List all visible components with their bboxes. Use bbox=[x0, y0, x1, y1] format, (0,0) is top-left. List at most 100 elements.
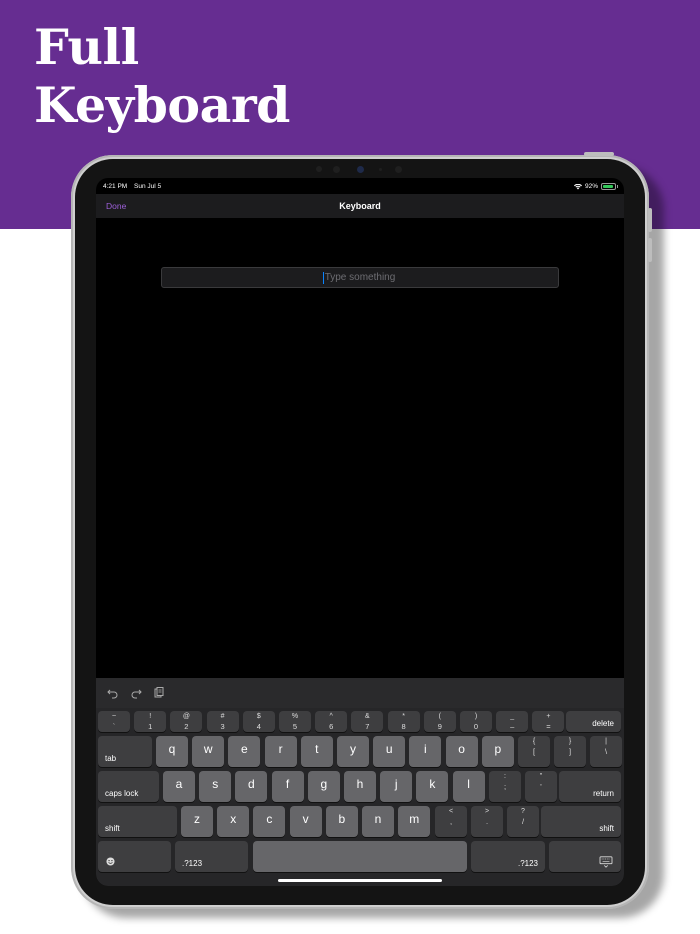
delete-key[interactable]: delete bbox=[566, 711, 621, 732]
number-key-bot-label: 1 bbox=[148, 722, 153, 731]
punctuation-key-bot-label: ; bbox=[503, 782, 507, 791]
letter-key[interactable]: y bbox=[337, 736, 369, 767]
letter-key-mid-label: p bbox=[494, 742, 502, 756]
number-key-top-label: & bbox=[365, 713, 370, 720]
camera-sensor-icon bbox=[379, 168, 382, 171]
letter-key-mid-label: r bbox=[278, 742, 283, 756]
punctuation-key[interactable]: >. bbox=[471, 806, 503, 837]
numbers-right-key-label: .?123 bbox=[517, 859, 538, 868]
delete-key-label: delete bbox=[592, 719, 614, 728]
shift-left-key[interactable]: shift bbox=[98, 806, 177, 837]
punctuation-key-top-label: : bbox=[504, 773, 506, 780]
number-key[interactable]: $4 bbox=[242, 711, 275, 732]
battery-cap bbox=[616, 185, 618, 188]
space-bar[interactable] bbox=[253, 841, 467, 872]
letter-key[interactable]: e bbox=[228, 736, 261, 767]
status-left: 4:21 PM Sun Jul 5 bbox=[103, 183, 166, 190]
letter-key[interactable]: p bbox=[481, 736, 514, 767]
letter-key-mid-label: a bbox=[175, 777, 183, 791]
number-key[interactable]: @2 bbox=[170, 711, 203, 732]
number-key[interactable]: ^ 6 bbox=[315, 711, 348, 732]
letter-key[interactable]: m bbox=[398, 806, 431, 837]
caps-lock-key-label: caps lock bbox=[105, 789, 139, 798]
letter-key[interactable]: a bbox=[163, 771, 195, 802]
letter-key[interactable]: j bbox=[380, 771, 413, 802]
letter-key[interactable]: c bbox=[253, 806, 286, 837]
number-key-bot-label: 3 bbox=[220, 722, 225, 731]
number-key-top-label: ) bbox=[474, 713, 478, 720]
letter-key[interactable]: f bbox=[271, 771, 304, 802]
letter-key[interactable]: g bbox=[307, 771, 340, 802]
text-caret bbox=[323, 272, 324, 284]
number-key[interactable]: ~ ` bbox=[98, 711, 130, 732]
letter-key-mid-label: w bbox=[203, 742, 213, 756]
letter-key[interactable]: b bbox=[325, 806, 358, 837]
letter-key[interactable]: x bbox=[217, 806, 250, 837]
letter-key[interactable]: h bbox=[344, 771, 376, 802]
letter-key-mid-label: q bbox=[168, 742, 176, 756]
letter-key[interactable]: l bbox=[452, 771, 485, 802]
text-input-placeholder: Type something bbox=[324, 272, 396, 283]
number-key-top-label: $ bbox=[256, 713, 261, 720]
promo-headline: Full Keyboard bbox=[34, 18, 290, 134]
shift-right-key[interactable]: shift bbox=[541, 806, 621, 837]
letter-key[interactable]: d bbox=[235, 771, 268, 802]
letter-key[interactable]: i bbox=[409, 736, 442, 767]
text-input[interactable]: Type something bbox=[161, 267, 559, 288]
front-camera-icon bbox=[357, 166, 364, 173]
number-key-bot-label: 5 bbox=[292, 722, 298, 731]
letter-key[interactable]: q bbox=[156, 736, 188, 767]
number-key[interactable]: ) 0 bbox=[460, 711, 492, 732]
letter-key[interactable]: v bbox=[289, 806, 322, 837]
keyboard-dismiss-key[interactable] bbox=[549, 841, 621, 872]
return-key[interactable]: return bbox=[559, 771, 621, 802]
letter-key[interactable]: z bbox=[181, 806, 213, 837]
emoji-key[interactable] bbox=[98, 841, 171, 872]
punctuation-key[interactable]: <, bbox=[435, 806, 467, 837]
punctuation-key[interactable]: " ' bbox=[525, 771, 557, 802]
punctuation-key-bot-label: \ bbox=[604, 747, 608, 756]
punctuation-key-top-label: ? bbox=[521, 808, 525, 815]
number-key-bot-label: 8 bbox=[401, 722, 406, 731]
punctuation-key[interactable]: ? / bbox=[507, 806, 539, 837]
letter-key[interactable]: n bbox=[362, 806, 394, 837]
letter-key-mid-label: f bbox=[285, 777, 290, 791]
number-key[interactable]: #3 bbox=[206, 711, 239, 732]
number-key[interactable]: + = bbox=[532, 711, 565, 732]
letter-key[interactable]: u bbox=[373, 736, 406, 767]
paste-icon[interactable] bbox=[153, 687, 165, 699]
letter-key[interactable]: r bbox=[264, 736, 297, 767]
undo-icon[interactable] bbox=[107, 687, 119, 699]
number-key-top-label: ^ bbox=[329, 713, 333, 720]
redo-icon[interactable] bbox=[130, 687, 142, 699]
letter-key[interactable]: o bbox=[445, 736, 478, 767]
number-key[interactable]: % 5 bbox=[279, 711, 311, 732]
letter-key[interactable]: w bbox=[192, 736, 225, 767]
letter-key-mid-label: t bbox=[315, 742, 319, 756]
numbers-right-key[interactable]: .?123 bbox=[471, 841, 545, 872]
letter-key-mid-label: g bbox=[320, 777, 328, 791]
punctuation-key[interactable]: :; bbox=[489, 771, 521, 802]
number-key[interactable]: _ – bbox=[496, 711, 529, 732]
punctuation-key-bot-label: ' bbox=[540, 782, 542, 791]
number-key[interactable]: * 8 bbox=[387, 711, 420, 732]
punctuation-key[interactable]: | \ bbox=[590, 736, 622, 767]
tab-key[interactable]: tab bbox=[98, 736, 152, 767]
letter-key[interactable]: k bbox=[416, 771, 449, 802]
number-key[interactable]: ! 1 bbox=[134, 711, 167, 732]
number-key-top-label: % bbox=[291, 713, 299, 720]
punctuation-key[interactable]: }] bbox=[554, 736, 586, 767]
letter-key-mid-label: v bbox=[302, 812, 309, 826]
number-key[interactable]: (9 bbox=[423, 711, 456, 732]
battery-level bbox=[603, 185, 614, 188]
number-key-bot-label: 4 bbox=[256, 722, 261, 731]
caps-lock-key[interactable]: caps lock bbox=[98, 771, 159, 802]
numbers-left-key[interactable]: .?123 bbox=[175, 841, 248, 872]
number-key[interactable]: & 7 bbox=[351, 711, 384, 732]
punctuation-key[interactable]: {[ bbox=[518, 736, 550, 767]
number-key-bot-label: 7 bbox=[365, 722, 370, 731]
number-key-top-label: ( bbox=[438, 713, 441, 720]
letter-key[interactable]: s bbox=[199, 771, 232, 802]
letter-key[interactable]: t bbox=[300, 736, 333, 767]
volume-up-button bbox=[648, 208, 652, 232]
